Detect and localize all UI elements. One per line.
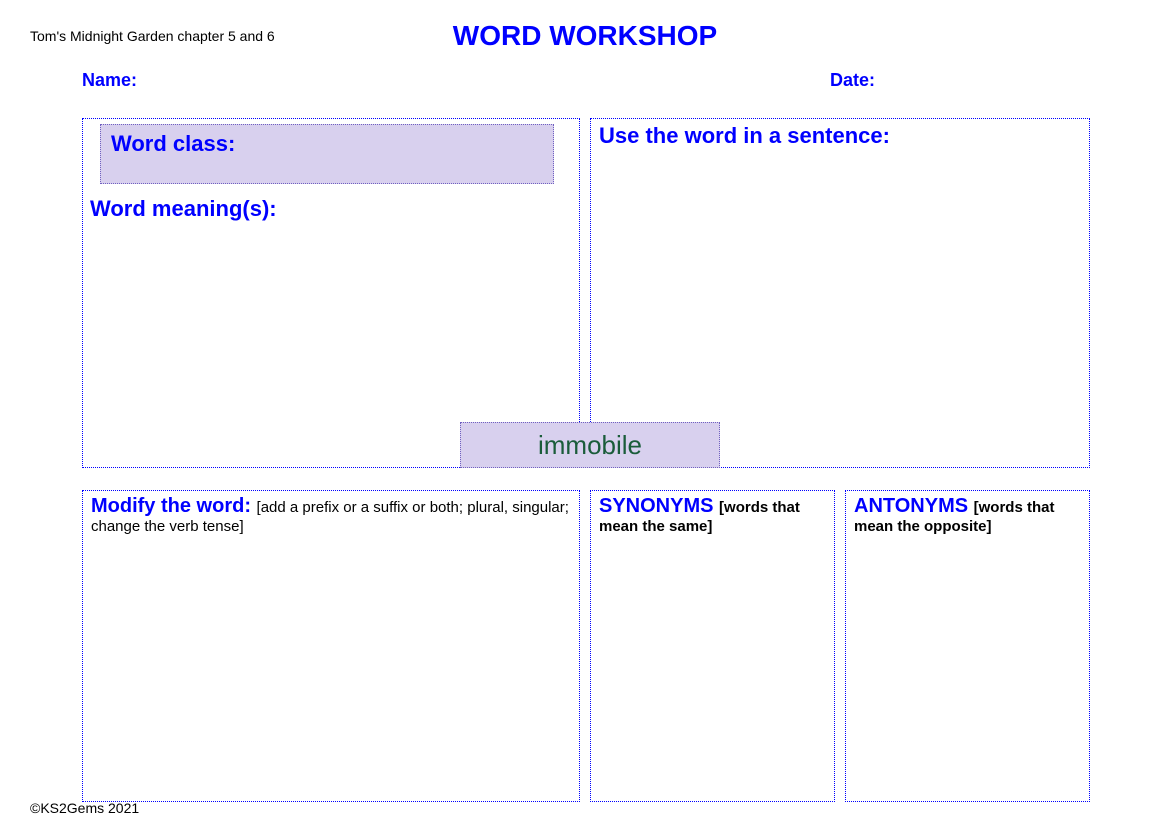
modify-word-box: Modify the word: [add a prefix or a suff…: [82, 490, 580, 802]
antonyms-heading: ANTONYMS: [854, 495, 974, 517]
name-label: Name:: [82, 70, 137, 91]
word-meanings-label: Word meaning(s):: [90, 196, 277, 222]
focus-word: immobile: [538, 430, 642, 460]
sentence-label: Use the word in a sentence:: [599, 123, 890, 148]
date-label: Date:: [830, 70, 875, 91]
copyright: ©KS2Gems 2021: [30, 800, 139, 816]
page-title: WORD WORKSHOP: [0, 20, 1170, 52]
modify-heading: Modify the word:: [91, 495, 257, 517]
word-class-label: Word class:: [111, 131, 235, 156]
antonyms-box: ANTONYMS [words that mean the opposite]: [845, 490, 1090, 802]
word-class-box: Word class:: [100, 124, 554, 184]
focus-word-box: immobile: [460, 422, 720, 468]
sentence-box: Use the word in a sentence:: [590, 118, 1090, 468]
synonyms-heading: SYNONYMS: [599, 495, 719, 517]
synonyms-box: SYNONYMS [words that mean the same]: [590, 490, 835, 802]
